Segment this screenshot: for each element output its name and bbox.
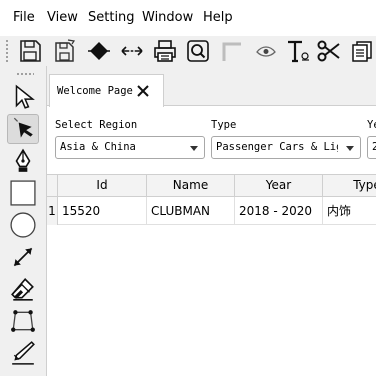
resize-horizontal-button[interactable] [118, 37, 146, 65]
eye-button[interactable] [252, 37, 280, 65]
close-icon[interactable] [136, 84, 150, 98]
pen-nib-icon [15, 148, 31, 172]
select-tool-button[interactable] [7, 82, 39, 112]
rectangle-tool-button[interactable] [7, 178, 39, 208]
toolbar-grip[interactable] [5, 39, 9, 63]
zoom-button[interactable] [184, 37, 212, 65]
scissors-icon [317, 40, 340, 62]
tab-label: Welcome Page [57, 85, 133, 97]
type-select-value: Passenger Cars & Light [216, 141, 338, 153]
menu-file[interactable]: File [13, 10, 35, 25]
save-button[interactable] [16, 37, 44, 65]
measure-tool-button[interactable] [7, 242, 39, 272]
tab-welcome-page[interactable]: Welcome Page [49, 74, 164, 107]
circle-tool-button[interactable] [7, 210, 39, 240]
cell-id: 15520 [58, 197, 147, 225]
toolbar [0, 36, 376, 66]
polygon-tool-button[interactable] [7, 306, 39, 336]
eraser-tool-button[interactable] [7, 274, 39, 304]
menu-setting[interactable]: Setting [88, 10, 135, 25]
save-as-button[interactable] [51, 37, 79, 65]
region-select-value: Asia & China [60, 141, 136, 153]
rectangle-icon [10, 180, 36, 206]
direct-select-tool-button[interactable] [7, 114, 39, 144]
diamond-icon [88, 42, 110, 60]
chevron-down-icon [190, 146, 198, 151]
eraser-icon [11, 278, 34, 301]
menu-help[interactable]: Help [203, 10, 233, 25]
region-select[interactable]: Asia & China [55, 136, 205, 159]
type-label: Type [211, 119, 237, 131]
direct-select-icon [13, 117, 33, 138]
corner-icon [222, 42, 241, 61]
year-label: Ye [367, 119, 376, 131]
measure-icon [13, 247, 33, 267]
column-header-year[interactable]: Year [235, 175, 323, 197]
resize-horizontal-icon [121, 46, 143, 56]
menu-view[interactable]: View [47, 10, 78, 25]
row-number-header [47, 175, 58, 197]
tool-palette [0, 66, 46, 376]
save-as-icon [55, 39, 76, 62]
year-select[interactable]: 2 [367, 136, 376, 159]
print-button[interactable] [151, 37, 179, 65]
text-icon [288, 40, 309, 63]
zoom-icon [187, 40, 209, 62]
text-button[interactable] [284, 37, 312, 65]
corner-button[interactable] [217, 37, 245, 65]
cell-year: 2018 - 2020 [235, 197, 323, 225]
polygon-icon [11, 310, 35, 332]
menu-window[interactable]: Window [142, 10, 193, 25]
printer-icon [154, 40, 176, 62]
pen-tool-button[interactable] [7, 146, 39, 176]
tool-palette-grip[interactable] [16, 72, 34, 76]
circle-icon [10, 212, 36, 238]
eye-icon [256, 46, 276, 57]
column-header-type[interactable]: Type [323, 175, 376, 197]
save-icon [20, 40, 41, 62]
copy-button[interactable] [348, 37, 376, 65]
main-content: Welcome Page Select Region Asia & China … [46, 66, 376, 376]
select-arrow-icon [15, 84, 35, 109]
column-header-id[interactable]: Id [58, 175, 147, 197]
table-row[interactable]: 1 15520 CLUBMAN 2018 - 2020 内饰 [47, 197, 376, 225]
pencil-tool-button[interactable] [7, 338, 39, 368]
cut-button[interactable] [315, 37, 343, 65]
type-select[interactable]: Passenger Cars & Light [211, 136, 361, 159]
tab-bar: Welcome Page [47, 66, 376, 107]
year-select-value: 2 [372, 141, 376, 153]
copy-icon [352, 41, 372, 62]
region-label: Select Region [55, 119, 138, 131]
diamond-button[interactable] [85, 37, 113, 65]
column-header-name[interactable]: Name [147, 175, 235, 197]
chevron-down-icon [346, 146, 354, 151]
results-table: Id Name Year Type 1 15520 CLUBMAN 2018 -… [47, 174, 376, 376]
cell-name: CLUBMAN [147, 197, 235, 225]
menu-bar: File View Setting Window Help [0, 0, 376, 36]
row-number: 1 [47, 197, 58, 225]
pencil-icon [12, 341, 35, 365]
cell-type: 内饰 [327, 204, 352, 218]
table-header: Id Name Year Type [47, 175, 376, 197]
